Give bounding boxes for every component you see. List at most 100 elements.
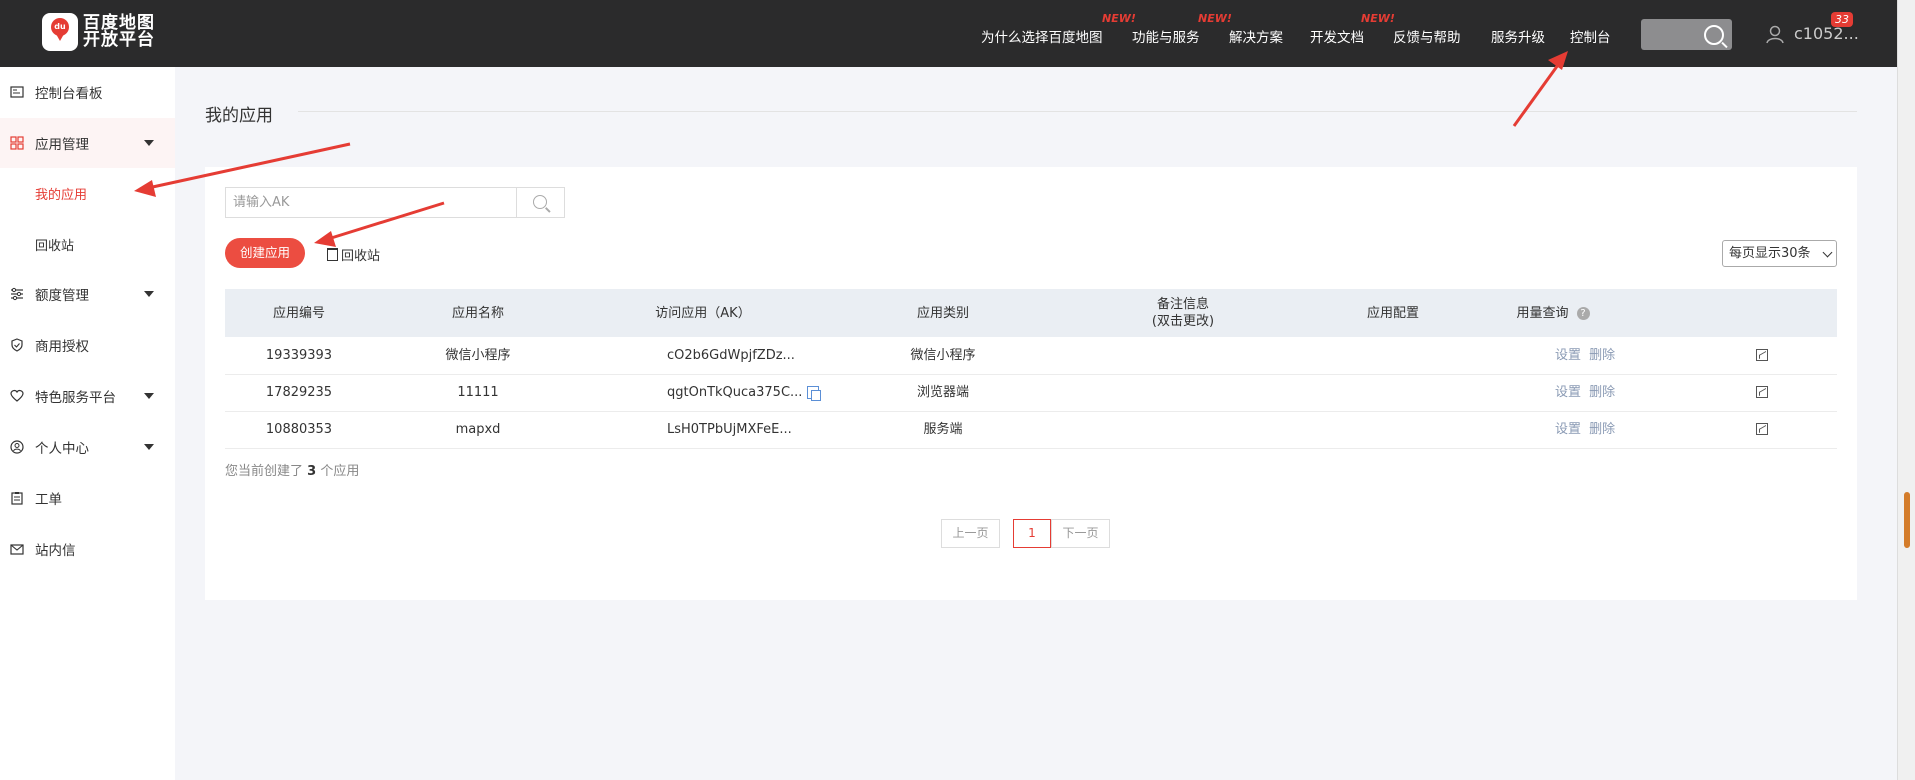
page-scrollbar[interactable] [1897,0,1915,780]
summary-count: 3 [307,464,317,479]
nav-new-badge: NEW! [1102,12,1136,25]
ak-search-input[interactable] [225,187,517,218]
col-note: 备注信息 (双击更改) [1063,289,1303,337]
nav-solutions[interactable]: 解决方案 [1229,26,1283,46]
title-divider [298,111,1857,112]
page-1-button[interactable]: 1 [1013,519,1051,548]
recycle-bin-label: 回收站 [341,249,381,264]
cell-ak[interactable]: LsH0TPbUjMXFeE... [667,411,792,448]
cell-category: 浏览器端 [916,385,969,400]
nav-upgrade[interactable]: 服务升级 [1491,26,1545,46]
user-icon [10,440,24,454]
page-size-select[interactable]: 每页显示30条 [1722,240,1837,267]
usage-chart-icon[interactable] [1756,386,1768,398]
nav-features[interactable]: 功能与服务 [1132,26,1200,46]
cell-note[interactable] [1063,337,1303,374]
mail-icon [10,544,24,555]
table-header: 应用编号 应用名称 访问应用（AK） 应用类别 备注信息 (双击更改) 应用配置… [225,289,1837,337]
clipboard-icon [11,492,23,505]
shield-icon [11,338,23,352]
delete-link[interactable]: 删除 [1589,348,1615,363]
baidu-map-logo[interactable]: du 百度地图 开放平台 [42,13,155,51]
sidebar-item-dashboard[interactable]: 控制台看板 [0,67,175,117]
usage-chart-icon[interactable] [1756,349,1768,361]
settings-link[interactable]: 设置 [1555,385,1581,400]
scrollbar-thumb[interactable] [1904,492,1910,548]
search-icon [533,195,547,209]
cell-ak[interactable]: qgtOnTkQuca375C... [667,385,802,400]
sidebar-item-personal-center[interactable]: 个人中心 [0,422,175,472]
recycle-bin-link[interactable]: 回收站 [327,245,380,264]
sidebar-item-app-management[interactable]: 应用管理 [0,118,175,168]
copy-icon[interactable] [807,386,822,401]
trash-icon [327,248,338,261]
search-icon[interactable] [1704,25,1724,45]
chevron-down-icon [1822,247,1833,258]
col-note-hint: (双击更改) [1151,314,1215,329]
ak-search-button[interactable] [516,187,565,218]
cell-category: 服务端 [923,422,963,437]
sidebar-item-quota-management[interactable]: 额度管理 [0,269,175,319]
sidebar-item-messages[interactable]: 站内信 [0,524,175,574]
chevron-down-icon [144,291,154,297]
cell-category: 微信小程序 [910,348,976,363]
cell-app-id: 10880353 [265,422,333,437]
delete-link[interactable]: 删除 [1589,422,1615,437]
cell-ak-wrapper: qgtOnTkQuca375C... [667,374,822,411]
sidebar-item-label: 工单 [35,492,62,508]
nav-feedback[interactable]: 反馈与帮助 [1393,26,1461,46]
summary-suffix: 个应用 [320,464,360,479]
settings-link[interactable]: 设置 [1555,348,1581,363]
sidebar-item-work-order[interactable]: 工单 [0,473,175,523]
cell-app-id: 17829235 [265,385,333,400]
nav-console[interactable]: 控制台 [1570,26,1611,46]
config-actions: 设置 删除 [1555,374,1615,411]
next-page-button[interactable]: 下一页 [1051,519,1110,548]
create-app-button[interactable]: 创建应用 [225,238,305,268]
col-note-title: 备注信息 [1156,297,1209,312]
user-avatar-icon[interactable] [1765,24,1785,44]
chevron-down-icon [144,140,154,146]
prev-page-button[interactable]: 上一页 [941,519,1000,548]
usage-chart-icon[interactable] [1756,423,1768,435]
sidebar: 控制台看板 应用管理 我的应用 回收站 额度管理 商用授权 特色服务平台 个人中… [0,67,175,780]
config-actions: 设置 删除 [1555,337,1615,374]
table-row: 10880353 mapxd LsH0TPbUjMXFeE... 服务端 设置 … [225,411,1837,449]
sidebar-item-commercial-license[interactable]: 商用授权 [0,320,175,370]
cell-app-name: mapxd [455,422,501,437]
sidebar-subitem-my-apps[interactable]: 我的应用 [35,184,87,203]
delete-link[interactable]: 删除 [1589,385,1615,400]
app-count-summary: 您当前创建了 3 个应用 [225,460,359,479]
cell-note[interactable] [1063,411,1303,448]
col-usage: 用量查询 ? [1483,289,1623,337]
grid-icon [10,136,24,150]
page-size-value: 每页显示30条 [1729,246,1811,261]
sidebar-item-label: 额度管理 [35,288,89,304]
cell-app-name: 11111 [457,385,499,400]
config-actions: 设置 删除 [1555,411,1615,448]
dashboard-icon [10,86,24,98]
table-row: 17829235 11111 qgtOnTkQuca375C... 浏览器端 设… [225,374,1837,412]
header-search-box[interactable] [1641,19,1732,50]
sidebar-item-label: 个人中心 [35,441,89,457]
nav-docs[interactable]: 开发文档 [1310,26,1364,46]
nav-why-baidu[interactable]: 为什么选择百度地图 [981,26,1103,46]
top-navbar: du 百度地图 开放平台 为什么选择百度地图 NEW! 功能与服务 NEW! 解… [0,0,1897,67]
help-icon[interactable]: ? [1576,306,1590,320]
nav-new-badge: NEW! [1361,12,1395,25]
cell-app-id: 19339393 [265,348,333,363]
logo-text-line2: 开放平台 [83,30,155,50]
sliders-icon [11,287,23,301]
summary-prefix: 您当前创建了 [225,464,304,479]
cell-app-name: 微信小程序 [445,348,511,363]
cell-ak[interactable]: cO2b6GdWpjfZDz... [667,337,795,374]
cell-note[interactable] [1063,374,1303,411]
sidebar-subitem-recycle-bin[interactable]: 回收站 [35,235,74,254]
notification-badge[interactable]: 33 [1831,12,1853,27]
chevron-down-icon [144,393,154,399]
logo-pin-icon: du [42,13,78,51]
settings-link[interactable]: 设置 [1555,422,1581,437]
sidebar-item-featured-services[interactable]: 特色服务平台 [0,371,175,421]
sidebar-item-label: 特色服务平台 [35,390,116,406]
sidebar-item-label: 应用管理 [35,137,89,153]
